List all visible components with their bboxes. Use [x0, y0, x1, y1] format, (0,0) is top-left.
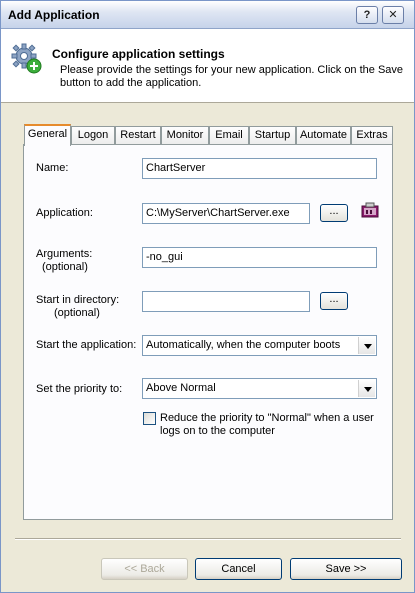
tab-monitor[interactable]: Monitor: [161, 126, 209, 145]
reduce-priority-label: Reduce the priority to "Normal" when a u…: [160, 412, 374, 437]
startdir-label: Start in directory:: [36, 294, 120, 306]
priority-dropdown-value: Above Normal: [146, 382, 216, 394]
close-button[interactable]: ✕: [382, 6, 404, 24]
chevron-down-icon[interactable]: [358, 337, 375, 354]
header-title: Configure application settings: [52, 47, 225, 61]
reduce-priority-checkbox[interactable]: [143, 412, 156, 425]
title-bar: Add Application ? ✕: [1, 1, 414, 29]
save-button[interactable]: Save >>: [290, 558, 402, 580]
start-dropdown-value: Automatically, when the computer boots: [146, 339, 341, 351]
tab-logon[interactable]: Logon: [71, 126, 115, 145]
arguments-optional-label: (optional): [42, 261, 88, 273]
help-button[interactable]: ?: [356, 6, 378, 24]
tab-startup[interactable]: Startup: [249, 126, 296, 145]
startdir-field[interactable]: [142, 291, 310, 312]
window-title: Add Application: [8, 8, 100, 22]
header-description: Please provide the settings for your new…: [60, 64, 404, 89]
name-field[interactable]: ChartServer: [142, 158, 377, 179]
start-dropdown[interactable]: Automatically, when the computer boots: [142, 335, 377, 356]
back-button[interactable]: << Back: [101, 558, 188, 580]
tab-extras[interactable]: Extras: [351, 126, 393, 145]
tab-automate[interactable]: Automate: [296, 126, 351, 145]
header-banner: Configure application settings Please pr…: [1, 29, 414, 103]
name-label: Name:: [36, 162, 69, 174]
gear-add-icon: [11, 43, 42, 74]
startdir-optional-label: (optional): [54, 307, 100, 319]
tab-restart[interactable]: Restart: [115, 126, 161, 145]
priority-label: Set the priority to:: [36, 383, 123, 395]
cancel-button[interactable]: Cancel: [195, 558, 282, 580]
priority-dropdown[interactable]: Above Normal: [142, 378, 377, 399]
arguments-field[interactable]: -no_gui: [142, 247, 377, 268]
general-panel: [23, 144, 393, 520]
tab-strip: General Logon Restart Monitor Email Star…: [24, 124, 394, 146]
application-browse-button[interactable]: ...: [320, 204, 348, 222]
footer-separator: [15, 538, 401, 540]
application-label: Application:: [36, 207, 93, 219]
tab-general[interactable]: General: [24, 124, 71, 146]
startdir-browse-button[interactable]: ...: [320, 292, 348, 310]
application-icon: [361, 202, 379, 218]
add-application-window: Add Application ? ✕ Configure applicatio…: [0, 0, 415, 593]
chevron-down-icon[interactable]: [358, 380, 375, 397]
tab-email[interactable]: Email: [209, 126, 249, 145]
application-field[interactable]: C:\MyServer\ChartServer.exe: [142, 203, 310, 224]
arguments-label: Arguments:: [36, 248, 93, 260]
start-label: Start the application:: [36, 339, 137, 351]
